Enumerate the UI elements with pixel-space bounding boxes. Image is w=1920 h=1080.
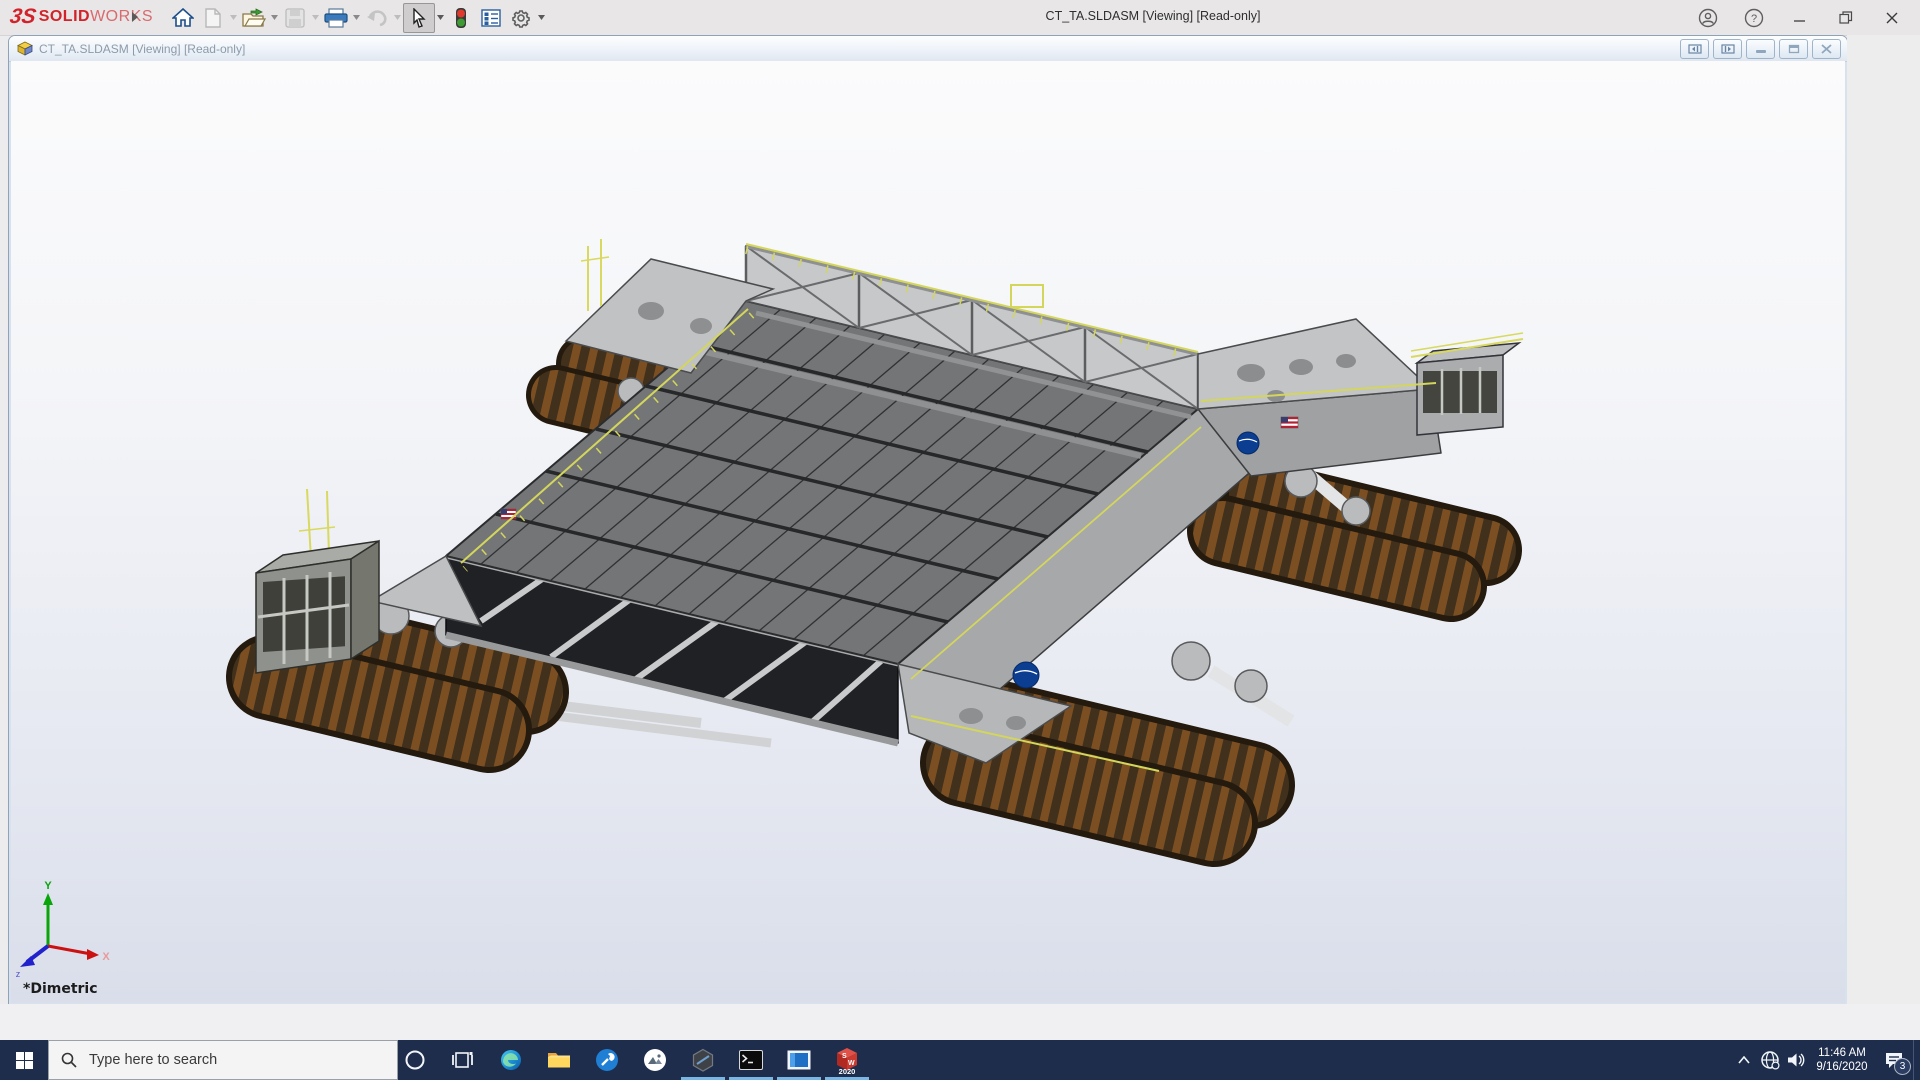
- menu-expand-icon[interactable]: [131, 10, 139, 28]
- edge-icon[interactable]: [487, 1040, 535, 1080]
- taskbar-clock[interactable]: 11:46 AM 9/16/2020: [1809, 1046, 1875, 1074]
- cortana-icon[interactable]: [391, 1040, 439, 1080]
- support-tool-icon[interactable]: [583, 1040, 631, 1080]
- file-explorer-icon[interactable]: [535, 1040, 583, 1080]
- new-document-caret-icon[interactable]: [228, 4, 239, 32]
- doc-restore-button[interactable]: [1779, 39, 1808, 59]
- axis-x-label: X: [102, 951, 110, 963]
- photos-icon[interactable]: [631, 1040, 679, 1080]
- search-input[interactable]: [87, 1051, 351, 1069]
- document-window-controls: [1680, 39, 1841, 59]
- svg-text:W: W: [848, 1060, 855, 1067]
- print-caret-icon[interactable]: [351, 4, 362, 32]
- show-desktop-button[interactable]: [1913, 1040, 1920, 1080]
- app-title: CT_TA.SLDASM [Viewing] [Read-only]: [1045, 9, 1261, 23]
- search-icon: [61, 1052, 77, 1068]
- svg-text:S: S: [842, 1053, 847, 1060]
- solidworks-mark-icon: 3S: [8, 5, 38, 28]
- pane-left-button[interactable]: [1680, 39, 1709, 59]
- save-button[interactable]: [280, 4, 310, 32]
- remote-window-icon[interactable]: [775, 1040, 823, 1080]
- titlebar-controls: ?: [1688, 0, 1912, 35]
- sw-year-badge: 2020: [839, 1067, 856, 1075]
- assembly-cube-icon: [17, 41, 33, 56]
- left-cab: [255, 488, 380, 674]
- clock-date: 9/16/2020: [1816, 1061, 1868, 1073]
- doc-close-button[interactable]: [1812, 39, 1841, 59]
- undo-button[interactable]: [362, 4, 392, 32]
- start-button[interactable]: [0, 1040, 48, 1080]
- system-tray: 11:46 AM 9/16/2020 3: [1731, 1040, 1920, 1080]
- graphics-viewport[interactable]: Y X z *Dimetric: [11, 61, 1845, 1003]
- nasa-meatball: [1236, 431, 1260, 455]
- crawler-transporter-model: Y X z: [16, 239, 1524, 979]
- taskbar-search[interactable]: [48, 1040, 398, 1080]
- app-titlebar: 3S SOLID WORKS CT_TA.SLDASM [Viewing] [R…: [0, 0, 1920, 36]
- document-titlebar[interactable]: CT_TA.SLDASM [Viewing] [Read-only]: [9, 36, 1847, 62]
- document-title: CT_TA.SLDASM [Viewing] [Read-only]: [39, 41, 246, 56]
- nasa-meatball: [1012, 661, 1040, 689]
- view-orientation-label: *Dimetric: [23, 981, 98, 997]
- minimize-button[interactable]: [1780, 3, 1820, 33]
- undo-caret-icon[interactable]: [392, 4, 403, 32]
- options-caret-icon[interactable]: [536, 4, 547, 32]
- options-gear-button[interactable]: [506, 4, 536, 32]
- pane-right-button[interactable]: [1713, 39, 1742, 59]
- task-pane-strip: [1847, 35, 1920, 1004]
- command-prompt-icon[interactable]: [727, 1040, 775, 1080]
- select-tool-button[interactable]: [403, 2, 435, 33]
- home-button[interactable]: [168, 4, 198, 32]
- open-caret-icon[interactable]: [269, 4, 280, 32]
- us-flag: [1280, 416, 1299, 429]
- clock-time: 11:46 AM: [1818, 1047, 1866, 1059]
- axis-z-label: z: [16, 969, 21, 979]
- reference-triad: Y X z: [16, 880, 111, 979]
- action-center-icon[interactable]: 3: [1875, 1040, 1913, 1080]
- volume-icon[interactable]: [1783, 1040, 1809, 1080]
- restore-button[interactable]: [1826, 3, 1866, 33]
- help-icon[interactable]: ?: [1734, 3, 1774, 33]
- windows-taskbar: S W 2020 11:46 AM 9/16/2020 3: [0, 1040, 1920, 1080]
- evaluate-list-button[interactable]: [476, 4, 506, 32]
- select-tool-caret-icon[interactable]: [435, 4, 446, 32]
- document-window: CT_TA.SLDASM [Viewing] [Read-only] Y X z…: [8, 35, 1848, 1006]
- print-button[interactable]: [321, 4, 351, 32]
- status-strip: [0, 1004, 1920, 1040]
- account-icon[interactable]: [1688, 3, 1728, 33]
- tray-chevron-icon[interactable]: [1731, 1040, 1757, 1080]
- network-globe-icon[interactable]: [1757, 1040, 1783, 1080]
- new-document-button[interactable]: [198, 4, 228, 32]
- traffic-light-icon[interactable]: [446, 4, 476, 32]
- solidworks-2020-icon[interactable]: S W 2020: [823, 1040, 871, 1080]
- hexagon-app-icon[interactable]: [679, 1040, 727, 1080]
- task-view-icon[interactable]: [439, 1040, 487, 1080]
- svg-text:?: ?: [1751, 13, 1757, 25]
- notification-badge: 3: [1894, 1058, 1911, 1075]
- axis-y-label: Y: [44, 880, 52, 892]
- doc-minimize-button[interactable]: [1746, 39, 1775, 59]
- save-caret-icon[interactable]: [310, 4, 321, 32]
- close-button[interactable]: [1872, 3, 1912, 33]
- open-button[interactable]: [239, 4, 269, 32]
- main-toolbar: [168, 2, 547, 33]
